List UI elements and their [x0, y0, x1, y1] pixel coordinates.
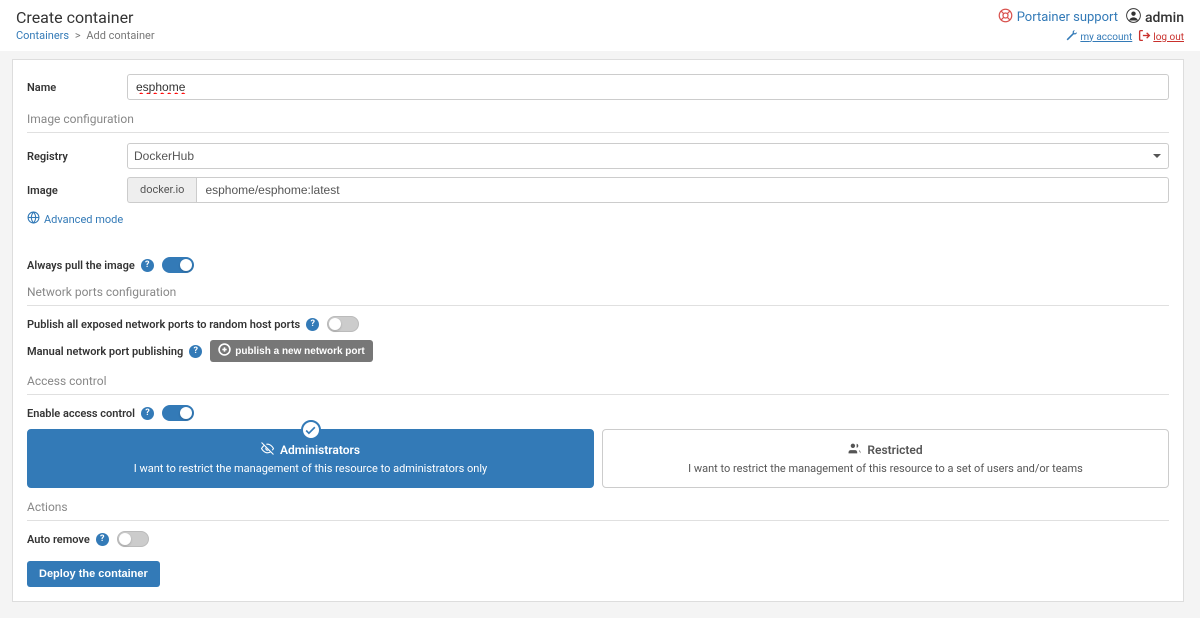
- eye-off-icon: [261, 442, 274, 458]
- help-icon[interactable]: ?: [189, 345, 202, 358]
- restricted-card-title: Restricted: [867, 443, 922, 457]
- help-icon[interactable]: ?: [141, 259, 154, 272]
- main-panel: Name Image configuration Registry Docker…: [12, 59, 1184, 602]
- check-icon: [301, 420, 321, 440]
- enable-access-label: Enable access control: [27, 407, 135, 420]
- breadcrumb-current: Add container: [86, 29, 154, 42]
- advanced-mode-link[interactable]: Advanced mode: [27, 211, 123, 227]
- name-label: Name: [27, 81, 127, 94]
- always-pull-label: Always pull the image: [27, 259, 135, 272]
- restricted-card-desc: I want to restrict the management of thi…: [615, 462, 1156, 475]
- enable-access-toggle[interactable]: [162, 405, 194, 421]
- breadcrumb-separator: >: [75, 29, 81, 42]
- auto-remove-toggle[interactable]: [117, 531, 149, 547]
- logout-icon: [1138, 29, 1151, 45]
- publish-all-label: Publish all exposed network ports to ran…: [27, 318, 300, 331]
- my-account-link[interactable]: my account: [1065, 29, 1132, 45]
- publish-port-button[interactable]: publish a new network port: [210, 340, 372, 362]
- logout-link[interactable]: log out: [1138, 29, 1184, 45]
- help-icon[interactable]: ?: [96, 533, 109, 546]
- lifebuoy-icon: [998, 8, 1013, 27]
- image-config-header: Image configuration: [27, 112, 1169, 133]
- help-icon[interactable]: ?: [306, 318, 319, 331]
- auto-remove-label: Auto remove: [27, 533, 90, 546]
- users-icon: [848, 442, 861, 458]
- user-label: admin: [1126, 8, 1184, 27]
- name-input[interactable]: [127, 74, 1169, 100]
- access-control-header: Access control: [27, 374, 1169, 395]
- restricted-card[interactable]: Restricted I want to restrict the manage…: [602, 429, 1169, 488]
- help-icon[interactable]: ?: [141, 407, 154, 420]
- network-ports-header: Network ports configuration: [27, 285, 1169, 306]
- account-label: my account: [1080, 32, 1132, 43]
- breadcrumb: Containers > Add container: [16, 29, 155, 42]
- administrators-card[interactable]: Administrators I want to restrict the ma…: [27, 429, 594, 488]
- plus-icon: [218, 343, 231, 359]
- support-label: Portainer support: [1017, 10, 1118, 25]
- user-icon: [1126, 8, 1141, 27]
- page-title: Create container: [16, 8, 155, 27]
- registry-select[interactable]: DockerHub: [127, 143, 1169, 169]
- support-link[interactable]: Portainer support: [998, 8, 1118, 27]
- admin-card-title: Administrators: [280, 443, 360, 457]
- publish-all-toggle[interactable]: [327, 316, 359, 332]
- globe-icon: [27, 211, 40, 227]
- manual-publish-label: Manual network port publishing: [27, 345, 183, 358]
- registry-label: Registry: [27, 150, 127, 163]
- publish-button-label: publish a new network port: [235, 346, 364, 357]
- image-input[interactable]: [196, 177, 1169, 203]
- advanced-mode-label: Advanced mode: [44, 213, 123, 226]
- image-prefix: docker.io: [127, 177, 196, 203]
- admin-card-desc: I want to restrict the management of thi…: [40, 462, 581, 475]
- actions-header: Actions: [27, 500, 1169, 521]
- logout-label: log out: [1153, 32, 1184, 43]
- wrench-icon: [1065, 29, 1078, 45]
- page-header: Create container Containers > Add contai…: [0, 0, 1200, 51]
- image-label: Image: [27, 184, 127, 197]
- breadcrumb-parent[interactable]: Containers: [16, 29, 69, 42]
- always-pull-toggle[interactable]: [162, 257, 194, 273]
- deploy-button[interactable]: Deploy the container: [27, 561, 160, 587]
- username: admin: [1145, 10, 1184, 26]
